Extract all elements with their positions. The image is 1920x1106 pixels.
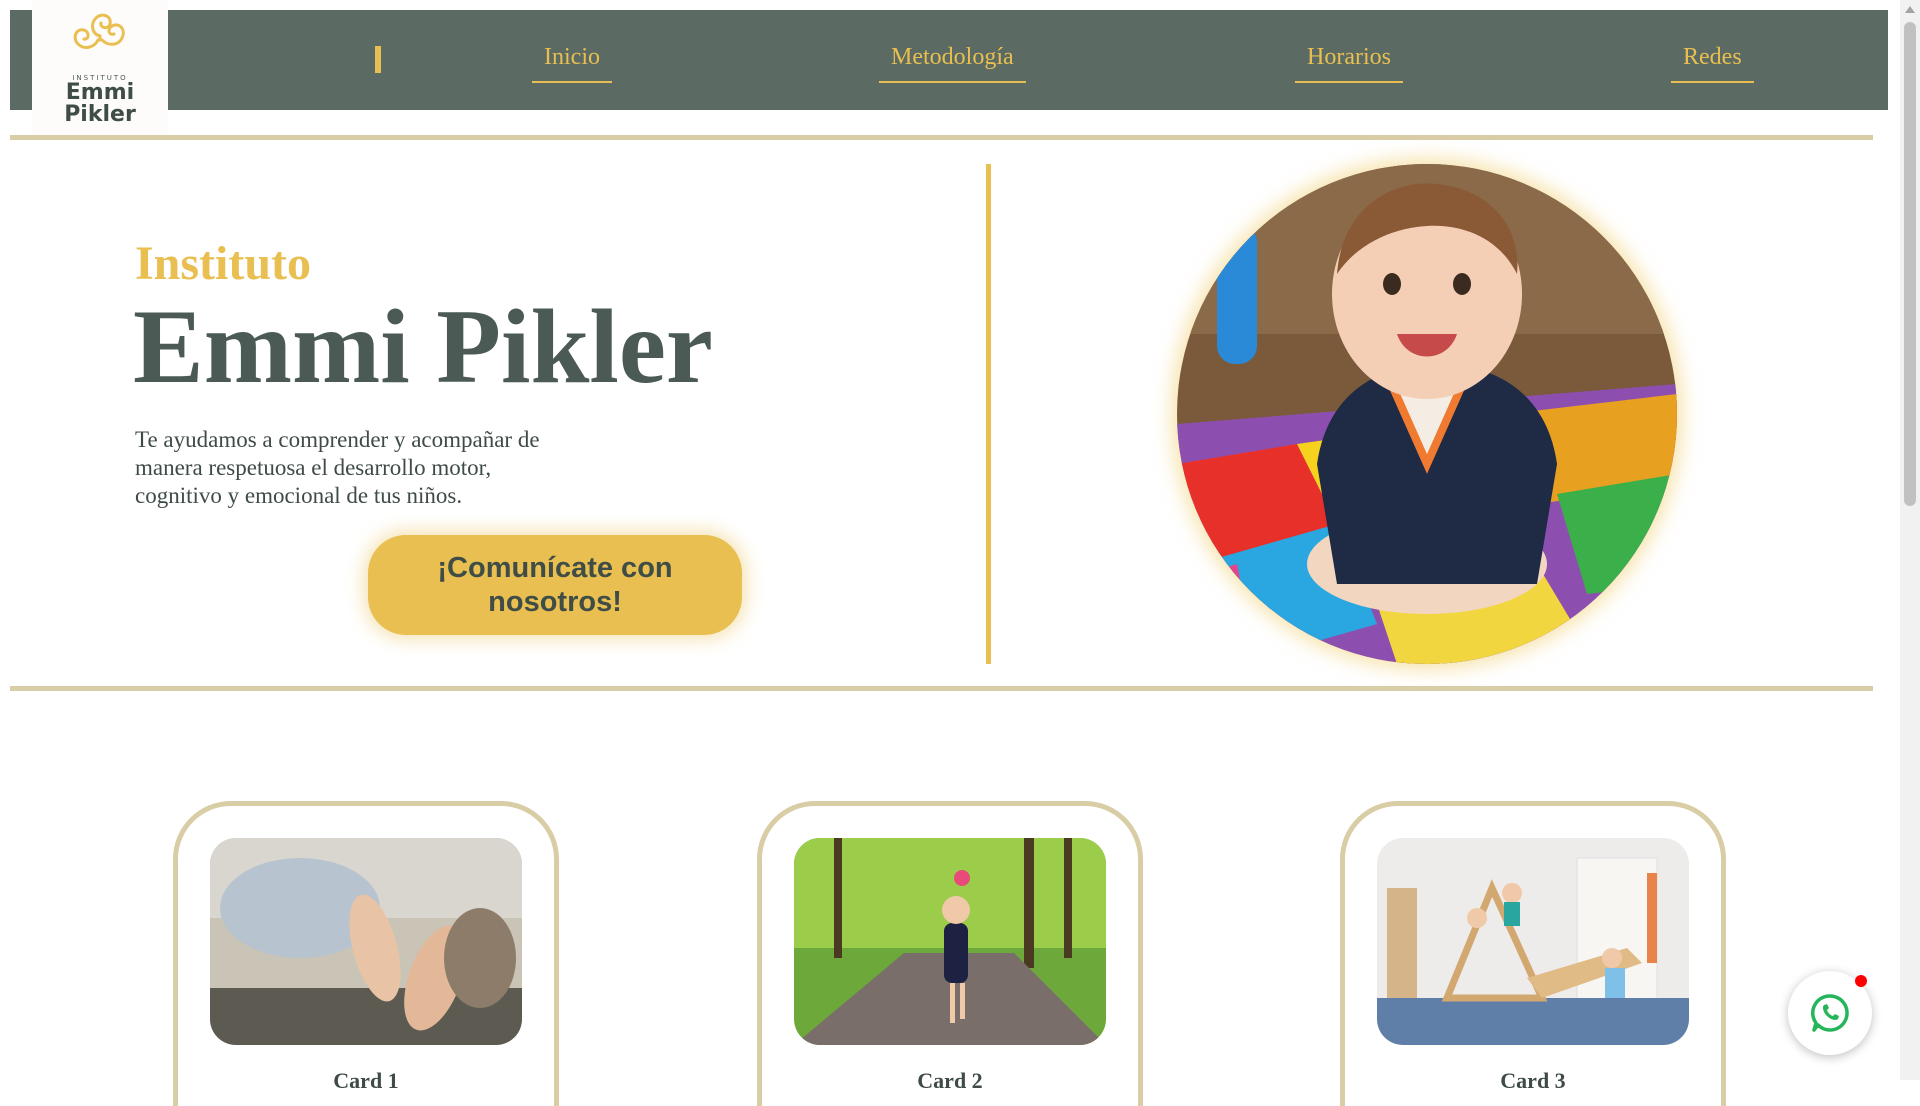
scroll-up-arrow-icon[interactable] (1905, 6, 1915, 13)
card-1[interactable]: Card 1 (173, 801, 559, 1106)
page-scrollbar[interactable] (1900, 0, 1920, 1080)
top-divider (10, 135, 1873, 140)
card-3[interactable]: Card 3 (1340, 801, 1726, 1106)
card-2[interactable]: Card 2 (757, 801, 1143, 1106)
hero-description: Te ayudamos a comprender y acompañar de … (135, 427, 540, 508)
hero-title: Emmi Pikler (133, 288, 713, 405)
hero-bottom-divider (10, 686, 1873, 691)
nav-accent-bar (375, 46, 381, 73)
card-1-title: Card 1 (333, 1068, 399, 1093)
scrollbar-thumb[interactable] (1904, 22, 1916, 506)
card-2-title: Card 2 (917, 1068, 983, 1093)
crawling-baby-photo (1177, 164, 1677, 664)
girl-running-park-photo (794, 838, 1106, 1045)
logo-text-pikler: Pikler (64, 102, 136, 127)
pikler-triangle-playroom-photo (1377, 838, 1689, 1045)
nav-link-inicio[interactable]: Inicio (532, 44, 612, 83)
card-3-title: Card 3 (1500, 1068, 1566, 1093)
hero-pretitle: Instituto (135, 237, 312, 290)
logo-text-emmi: Emmi (65, 80, 135, 105)
nav-link-redes[interactable]: Redes (1671, 44, 1754, 83)
baby-feet-photo (210, 838, 522, 1045)
whatsapp-icon (1811, 994, 1849, 1032)
notification-dot (1855, 975, 1867, 987)
nav-link-metodologia[interactable]: Metodología (879, 44, 1026, 83)
contact-cta-button[interactable]: ¡Comunícate con nosotros! (368, 535, 742, 635)
logo[interactable]: INSTITUTO Emmi Pikler (32, 0, 168, 136)
triskelion-swirl-icon (73, 13, 125, 49)
hero-vertical-divider (986, 164, 991, 664)
nav-link-horarios[interactable]: Horarios (1295, 44, 1403, 83)
